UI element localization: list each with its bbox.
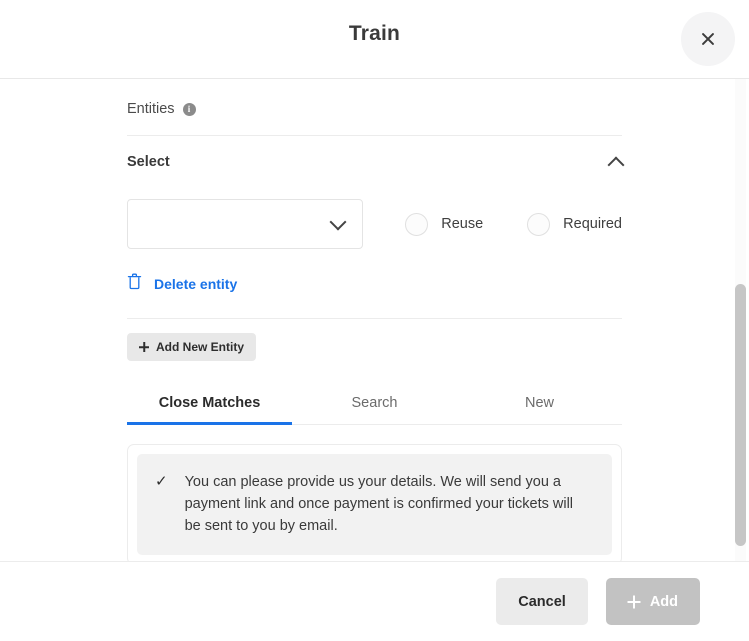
tab-close-matches[interactable]: Close Matches [127, 395, 292, 425]
reuse-option[interactable]: Reuse [405, 212, 484, 236]
divider [127, 135, 622, 136]
reuse-label: Reuse [441, 216, 484, 232]
entities-label: Entities [127, 101, 175, 117]
add-new-entity-button[interactable]: Add New Entity [127, 333, 257, 361]
required-option[interactable]: Required [527, 212, 622, 236]
plus-icon [628, 595, 641, 608]
add-new-entity-label: Add New Entity [156, 340, 245, 354]
modal-header: Train [0, 0, 749, 79]
close-icon [700, 31, 716, 47]
result-item[interactable]: ✓ You can please provide us your details… [137, 454, 612, 555]
close-button[interactable] [681, 12, 735, 66]
add-button[interactable]: Add [605, 578, 700, 625]
required-label: Required [563, 216, 622, 232]
plus-icon [139, 342, 149, 352]
delete-entity-label: Delete entity [154, 276, 238, 292]
train-modal: Train Entities i Select Reuse Required D… [0, 0, 749, 641]
trash-icon [127, 273, 142, 295]
required-checkbox[interactable] [527, 212, 551, 236]
entity-config-row: Reuse Required [127, 199, 622, 249]
entities-section-header: Entities i [127, 79, 622, 135]
scrollbar-track[interactable] [735, 79, 746, 561]
tab-search[interactable]: Search [292, 395, 457, 424]
modal-footer: Cancel Add [0, 561, 749, 641]
reuse-checkbox[interactable] [405, 212, 429, 236]
check-icon: ✓ [155, 473, 168, 490]
chevron-up-icon[interactable] [607, 156, 625, 173]
tab-new[interactable]: New [457, 395, 622, 424]
tab-bar: Close Matches Search New [127, 395, 622, 425]
close-matches-result-card: ✓ You can please provide us your details… [127, 444, 622, 561]
delete-entity-button[interactable]: Delete entity [127, 273, 237, 295]
page-title: Train [348, 22, 401, 45]
result-text: You can please provide us your details. … [184, 474, 574, 534]
add-button-label: Add [649, 593, 678, 610]
info-icon[interactable]: i [182, 102, 196, 116]
cancel-button[interactable]: Cancel [496, 578, 588, 625]
entity-select-dropdown[interactable] [127, 199, 364, 249]
scrollbar-thumb[interactable] [735, 284, 746, 546]
select-group-title: Select [127, 154, 170, 170]
modal-body: Entities i Select Reuse Required Delete … [0, 79, 749, 561]
select-group-header[interactable]: Select [127, 138, 625, 186]
divider-secondary [127, 318, 622, 319]
chevron-down-icon [329, 213, 347, 231]
modal-body-content: Entities i Select Reuse Required Delete … [0, 79, 749, 561]
